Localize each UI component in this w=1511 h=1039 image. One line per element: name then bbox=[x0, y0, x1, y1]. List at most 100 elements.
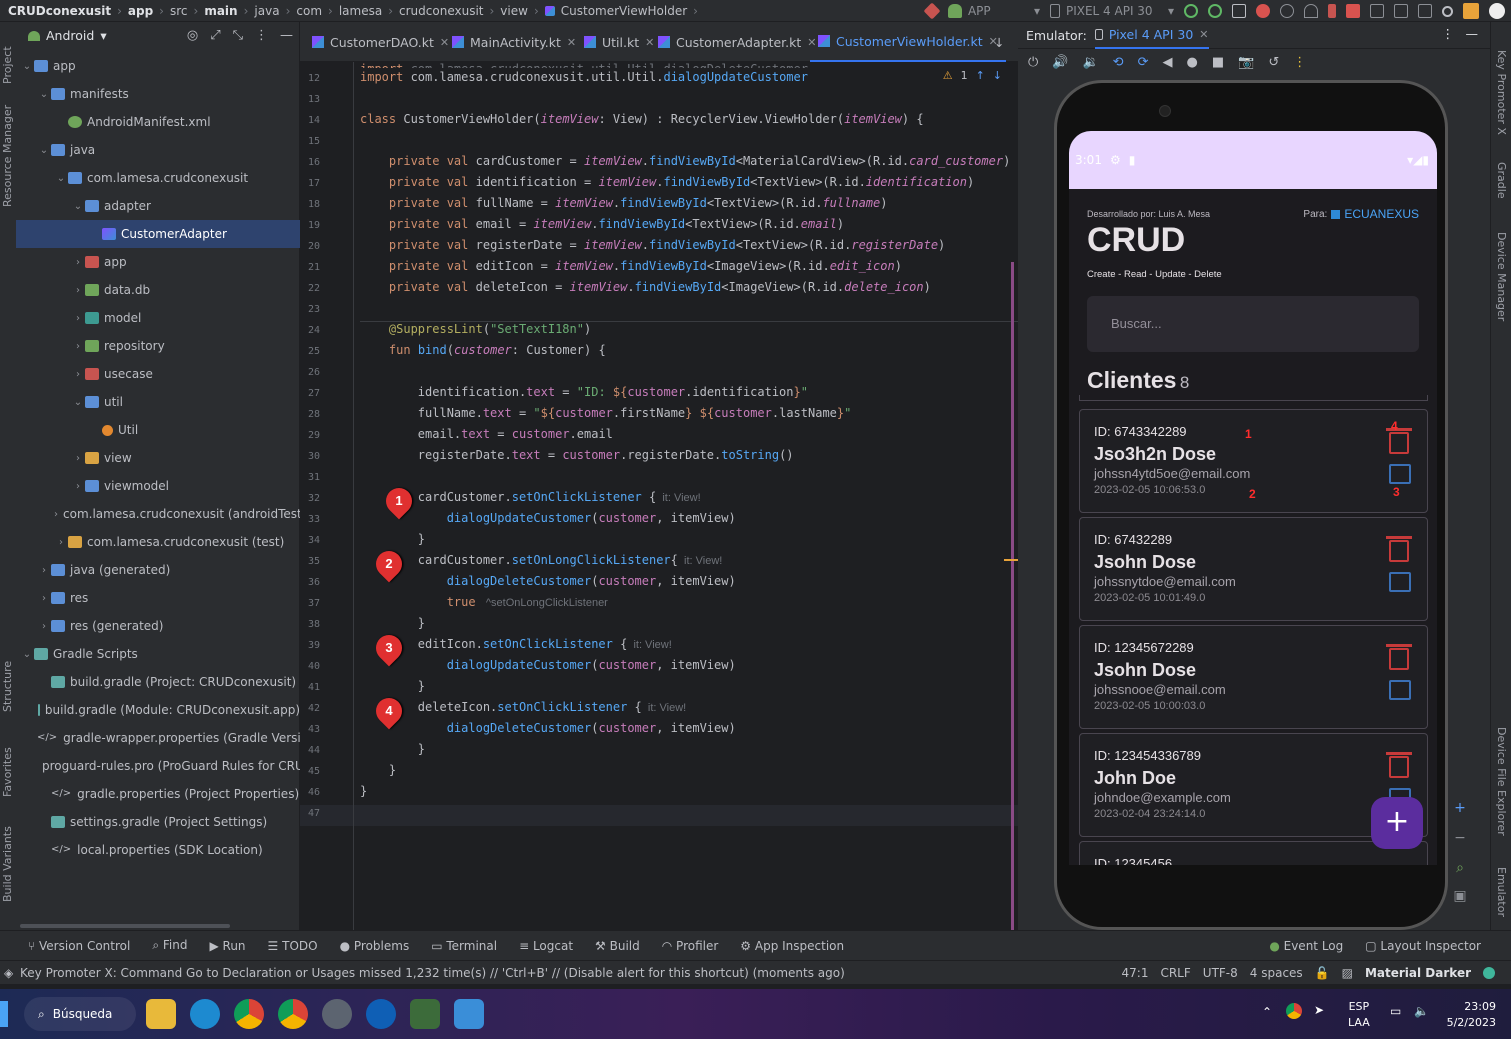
code-line[interactable]: @SuppressLint("SetTextI18n") bbox=[360, 322, 591, 336]
chevron-right-icon[interactable]: › bbox=[71, 453, 85, 464]
taskbar-search[interactable]: ⌕ Búsqueda bbox=[24, 997, 136, 1031]
target-icon[interactable]: ◎ bbox=[187, 28, 198, 43]
hide-icon[interactable]: — bbox=[1466, 26, 1479, 41]
find-tab[interactable]: ⌕ Find bbox=[152, 938, 187, 953]
tree-item[interactable]: AndroidManifest.xml bbox=[16, 108, 300, 136]
rotate-right-icon[interactable]: ⟳ bbox=[1138, 55, 1149, 70]
hide-icon[interactable]: — bbox=[280, 28, 293, 43]
rotate-left-icon[interactable]: ⟲ bbox=[1113, 55, 1124, 70]
chevron-right-icon[interactable]: › bbox=[37, 565, 51, 576]
snapshot-icon[interactable]: ↺ bbox=[1268, 55, 1279, 70]
tree-item[interactable]: › res (generated) bbox=[16, 612, 300, 640]
screenshot-icon[interactable]: ▣ bbox=[1450, 888, 1470, 904]
version-control-tab[interactable]: ⑂ Version Control bbox=[28, 939, 130, 953]
chevron-down-icon[interactable]: ⌄ bbox=[20, 649, 34, 660]
terminal-tab[interactable]: ▭ Terminal bbox=[431, 939, 497, 953]
chevron-down-icon[interactable]: ⌄ bbox=[37, 89, 51, 100]
device-file-explorer-tab[interactable]: Device File Explorer bbox=[1495, 727, 1508, 836]
breadcrumb-com[interactable]: com bbox=[296, 4, 322, 18]
apply-code-changes-icon[interactable] bbox=[1208, 4, 1222, 18]
code-line[interactable]: true ^setOnLongClickListener bbox=[360, 595, 608, 609]
zoom-in-icon[interactable]: + bbox=[1450, 800, 1470, 816]
event-log-tab[interactable]: ● Event Log bbox=[1269, 939, 1343, 953]
home-icon[interactable]: ● bbox=[1186, 55, 1197, 70]
layout-inspector-tab[interactable]: ▢ Layout Inspector bbox=[1365, 939, 1481, 953]
project-view-selector[interactable]: Android bbox=[46, 28, 94, 43]
code-line[interactable]: dialogDeleteCustomer(customer, itemView) bbox=[360, 721, 736, 735]
run-config-selector[interactable]: APP ▾ bbox=[947, 4, 1040, 18]
device-manager-tab[interactable]: Device Manager bbox=[1495, 232, 1508, 321]
tree-item[interactable]: ⌄ com.lamesa.crudconexusit bbox=[16, 164, 300, 192]
chevron-right-icon[interactable]: › bbox=[37, 621, 51, 632]
key-promoter-tab[interactable]: Key Promoter X bbox=[1495, 50, 1508, 135]
user-avatar-icon[interactable] bbox=[1489, 3, 1505, 19]
tree-item[interactable]: ⌄ java bbox=[16, 136, 300, 164]
code-line[interactable]: private val deleteIcon = itemView.findVi… bbox=[360, 280, 931, 294]
delete-icon[interactable] bbox=[1386, 428, 1412, 454]
chevron-down-icon[interactable]: ⌄ bbox=[71, 201, 85, 212]
tab-customer-dao[interactable]: CustomerDAO.kt ✕ bbox=[304, 22, 457, 62]
logcat-tab[interactable]: ≡ Logcat bbox=[519, 939, 573, 953]
word-icon[interactable] bbox=[366, 999, 396, 1029]
emulator-tab[interactable]: Emulator bbox=[1495, 867, 1508, 917]
chevron-right-icon[interactable]: › bbox=[71, 341, 85, 352]
hammer-icon[interactable] bbox=[923, 2, 941, 20]
indent-setting[interactable]: 4 spaces bbox=[1250, 966, 1303, 980]
zoom-out-icon[interactable]: − bbox=[1450, 830, 1470, 846]
extended-controls-icon[interactable]: ⋮ bbox=[1293, 55, 1306, 70]
code-line[interactable]: dialogUpdateCustomer(customer, itemView) bbox=[360, 511, 736, 525]
tree-item[interactable]: build.gradle (Module: CRUDconexusit.app) bbox=[16, 696, 300, 724]
code-line[interactable]: private val registerDate = itemView.find… bbox=[360, 238, 945, 252]
tabs-overflow-icon[interactable]: ↓ bbox=[994, 22, 1004, 62]
more-icon[interactable]: ⋮ bbox=[1442, 26, 1455, 41]
edit-icon[interactable] bbox=[1389, 464, 1411, 484]
breadcrumb-package[interactable]: crudconexusit bbox=[399, 4, 483, 18]
volume-up-icon[interactable]: 🔊 bbox=[1052, 55, 1068, 70]
tree-item[interactable]: </> gradle-wrapper.properties (Gradle Ver… bbox=[16, 724, 320, 752]
code-line[interactable]: deleteIcon.setOnClickListener { it: View… bbox=[360, 700, 686, 714]
code-line[interactable]: registerDate.text = customer.registerDat… bbox=[360, 448, 794, 462]
customer-card[interactable]: ID: 12345672289 Jsohn Dose johssnooe@email… bbox=[1079, 625, 1428, 729]
tree-item[interactable]: › java (generated) bbox=[16, 556, 300, 584]
power-icon[interactable]: ⏻ bbox=[1028, 55, 1038, 70]
structure-tab[interactable]: Structure bbox=[1, 661, 14, 712]
arrow-up-icon[interactable]: ↑ bbox=[976, 69, 985, 82]
breadcrumb-lamesa[interactable]: lamesa bbox=[339, 4, 382, 18]
more-icon[interactable]: ⋮ bbox=[255, 28, 268, 43]
todo-tab[interactable]: ☰ TODO bbox=[268, 939, 318, 953]
delete-icon[interactable] bbox=[1386, 752, 1412, 778]
tree-item[interactable]: › com.lamesa.crudconexusit (androidTest) bbox=[16, 500, 306, 528]
chevron-right-icon[interactable]: › bbox=[71, 313, 85, 324]
tree-item[interactable]: › com.lamesa.crudconexusit (test) bbox=[16, 528, 300, 556]
app-inspection-tab[interactable]: ⚙ App Inspection bbox=[740, 939, 844, 953]
sync-icon[interactable] bbox=[1232, 4, 1246, 18]
code-line[interactable]: editIcon.setOnClickListener { it: View! bbox=[360, 637, 672, 651]
chevron-right-icon[interactable]: › bbox=[71, 369, 85, 380]
tab-customer-view-holder[interactable]: CustomerViewHolder.kt ✕ bbox=[810, 22, 1006, 62]
close-icon[interactable]: ✕ bbox=[1199, 28, 1208, 41]
search-input[interactable]: Buscar... bbox=[1087, 296, 1419, 352]
file-encoding[interactable]: UTF-8 bbox=[1203, 966, 1238, 980]
photos-icon[interactable] bbox=[454, 999, 484, 1029]
problems-tab[interactable]: ● Problems bbox=[340, 939, 410, 953]
horizontal-scrollbar[interactable] bbox=[20, 924, 230, 928]
customer-card[interactable]: ID: 67432289 Jsohn Dose johssnytdoe@email.… bbox=[1079, 517, 1428, 621]
tree-item[interactable]: › app bbox=[16, 248, 300, 276]
chevron-down-icon[interactable]: ⌄ bbox=[37, 145, 51, 156]
zoom-fit-icon[interactable]: ⌕ bbox=[1450, 860, 1470, 876]
favorites-tab[interactable]: Favorites bbox=[1, 747, 14, 797]
code-line[interactable]: email.text = customer.email bbox=[360, 427, 613, 441]
add-customer-button[interactable]: + bbox=[1371, 797, 1423, 849]
delete-icon[interactable] bbox=[1386, 644, 1412, 670]
code-line[interactable]: fullName.text = "${customer.firstName} $… bbox=[360, 406, 852, 420]
start-button-icon[interactable] bbox=[0, 1001, 8, 1027]
device-selector[interactable]: PIXEL 4 API 30 ▾ bbox=[1049, 4, 1174, 18]
edge-icon[interactable] bbox=[190, 999, 220, 1029]
line-separator[interactable]: CRLF bbox=[1160, 966, 1190, 980]
inspection-widget[interactable]: ⚠ 1 ↑ ↓ bbox=[943, 69, 1002, 82]
tree-item[interactable]: ⌄ util bbox=[16, 388, 300, 416]
network-icon[interactable]: ▭ bbox=[1390, 1004, 1401, 1018]
tree-item[interactable]: proguard-rules.pro (ProGuard Rules for C… bbox=[16, 752, 304, 780]
profiler-icon[interactable] bbox=[1304, 4, 1318, 18]
apply-changes-icon[interactable] bbox=[1184, 4, 1198, 18]
